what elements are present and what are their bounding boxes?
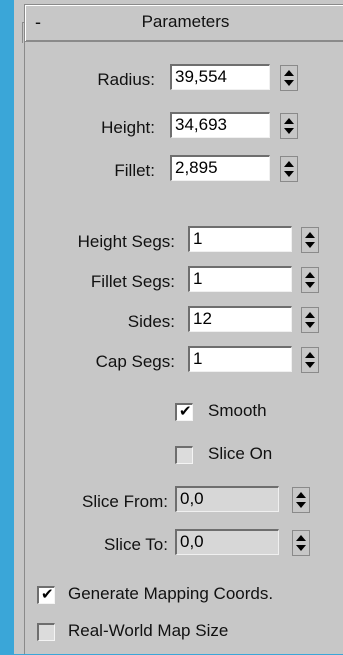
smooth-label[interactable]: Smooth bbox=[208, 401, 267, 421]
cap-segs-row: Cap Segs: 1 bbox=[0, 346, 343, 378]
spinner-up-icon[interactable] bbox=[284, 161, 294, 167]
real-world-map-label[interactable]: Real-World Map Size bbox=[68, 621, 228, 641]
slice-to-spinner[interactable] bbox=[292, 530, 310, 556]
height-spinner[interactable] bbox=[280, 113, 298, 139]
generate-mapping-checkbox[interactable]: ✔ bbox=[37, 586, 55, 604]
slice-to-row: Slice To: 0,0 bbox=[0, 529, 343, 561]
parameters-rollout-header[interactable]: - Parameters bbox=[24, 4, 343, 42]
radius-spinner[interactable] bbox=[280, 65, 298, 91]
fillet-label: Fillet: bbox=[114, 161, 155, 180]
height-segs-spinner[interactable] bbox=[301, 227, 319, 253]
slice-on-row: Slice On bbox=[0, 444, 343, 478]
height-row: Height: 34,693 bbox=[0, 112, 343, 144]
fillet-spinner[interactable] bbox=[280, 156, 298, 182]
height-segs-row: Height Segs: 1 bbox=[0, 226, 343, 258]
spinner-up-icon[interactable] bbox=[296, 492, 306, 498]
fillet-field[interactable]: 2,895 bbox=[170, 155, 270, 181]
sides-spinner[interactable] bbox=[301, 307, 319, 333]
slice-from-label: Slice From: bbox=[82, 492, 168, 511]
checkmark-icon: ✔ bbox=[179, 403, 192, 420]
cap-segs-label: Cap Segs: bbox=[95, 352, 175, 371]
smooth-row: ✔ Smooth bbox=[0, 401, 343, 435]
radius-row: Radius: 39,554 bbox=[0, 64, 343, 96]
spinner-down-icon[interactable] bbox=[305, 282, 315, 288]
spinner-up-icon[interactable] bbox=[284, 70, 294, 76]
generate-mapping-label[interactable]: Generate Mapping Coords. bbox=[68, 584, 273, 604]
fillet-segs-spinner[interactable] bbox=[301, 267, 319, 293]
real-world-map-checkbox[interactable] bbox=[37, 623, 55, 641]
spinner-down-icon[interactable] bbox=[284, 128, 294, 134]
spinner-up-icon[interactable] bbox=[284, 118, 294, 124]
spinner-down-icon[interactable] bbox=[284, 171, 294, 177]
spinner-down-icon[interactable] bbox=[296, 545, 306, 551]
fillet-segs-label: Fillet Segs: bbox=[90, 272, 175, 291]
sides-field[interactable]: 12 bbox=[188, 306, 292, 332]
spinner-down-icon[interactable] bbox=[296, 502, 306, 508]
checkmark-icon: ✔ bbox=[41, 586, 54, 603]
rollout-title: Parameters bbox=[141, 12, 230, 31]
slice-on-label[interactable]: Slice On bbox=[208, 444, 272, 464]
smooth-checkbox[interactable]: ✔ bbox=[175, 403, 193, 421]
height-segs-field[interactable]: 1 bbox=[188, 226, 292, 252]
spinner-up-icon[interactable] bbox=[305, 312, 315, 318]
spinner-down-icon[interactable] bbox=[305, 362, 315, 368]
spinner-up-icon[interactable] bbox=[296, 535, 306, 541]
spinner-down-icon[interactable] bbox=[305, 242, 315, 248]
generate-mapping-row: ✔ Generate Mapping Coords. bbox=[0, 584, 343, 618]
slice-from-spinner[interactable] bbox=[292, 487, 310, 513]
real-world-map-row: Real-World Map Size bbox=[0, 621, 343, 655]
height-label: Height: bbox=[101, 118, 155, 137]
slice-from-field[interactable]: 0,0 bbox=[175, 486, 279, 512]
spinner-down-icon[interactable] bbox=[284, 80, 294, 86]
height-segs-label: Height Segs: bbox=[77, 232, 175, 251]
slice-from-row: Slice From: 0,0 bbox=[0, 486, 343, 518]
spinner-up-icon[interactable] bbox=[305, 272, 315, 278]
fillet-row: Fillet: 2,895 bbox=[0, 155, 343, 187]
radius-label: Radius: bbox=[97, 70, 155, 89]
cap-segs-spinner[interactable] bbox=[301, 347, 319, 373]
fillet-segs-row: Fillet Segs: 1 bbox=[0, 266, 343, 298]
radius-field[interactable]: 39,554 bbox=[170, 64, 270, 90]
slice-on-checkbox[interactable] bbox=[175, 446, 193, 464]
cap-segs-field[interactable]: 1 bbox=[188, 346, 292, 372]
height-field[interactable]: 34,693 bbox=[170, 112, 270, 138]
slice-to-label: Slice To: bbox=[104, 535, 168, 554]
fillet-segs-field[interactable]: 1 bbox=[188, 266, 292, 292]
sides-row: Sides: 12 bbox=[0, 306, 343, 338]
spinner-up-icon[interactable] bbox=[305, 232, 315, 238]
sides-label: Sides: bbox=[127, 312, 175, 331]
slice-to-field[interactable]: 0,0 bbox=[175, 529, 279, 555]
spinner-down-icon[interactable] bbox=[305, 322, 315, 328]
spinner-up-icon[interactable] bbox=[305, 352, 315, 358]
